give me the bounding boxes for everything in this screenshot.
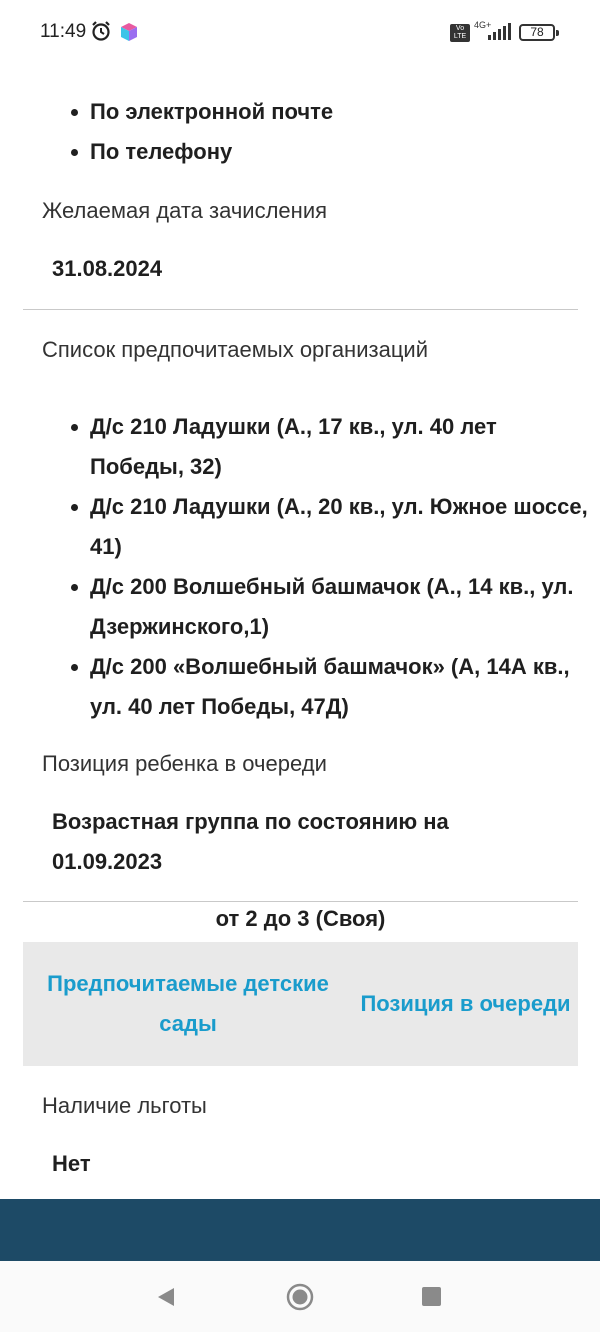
list-item: Д/с 200 «Волшебный башмачок» (А, 14А кв.… bbox=[68, 647, 588, 727]
column-header-queue-position[interactable]: Позиция в очереди bbox=[353, 984, 578, 1024]
alarm-clock-icon bbox=[92, 21, 110, 41]
organizations-label: Список предпочитаемых организаций bbox=[42, 337, 428, 362]
list-item: Д/с 200 Волшебный башмачок (А., 14 кв., … bbox=[68, 567, 588, 647]
age-group-value: от 2 до 3 (Своя) bbox=[215, 906, 386, 931]
divider bbox=[23, 309, 578, 310]
status-time: 11:49 bbox=[40, 21, 87, 42]
home-circle-icon[interactable] bbox=[286, 1283, 314, 1311]
footer-band bbox=[0, 1199, 600, 1261]
benefit-value: Нет bbox=[52, 1151, 91, 1176]
benefit-label: Наличие льготы bbox=[42, 1093, 207, 1118]
recent-square-icon[interactable] bbox=[422, 1287, 441, 1306]
list-item: Д/с 210 Ладушки (А., 20 кв., ул. Южное ш… bbox=[68, 487, 588, 567]
status-bar: 11:49 Vo LTE 4G+ 78 bbox=[0, 0, 600, 64]
list-item: По электронной почте bbox=[68, 92, 333, 132]
battery-icon: 78 bbox=[519, 24, 559, 41]
divider bbox=[23, 901, 578, 902]
contact-methods-list: По электронной почте По телефону bbox=[68, 92, 333, 172]
app-cube-icon bbox=[121, 23, 137, 41]
organizations-list: Д/с 210 Ладушки (А., 17 кв., ул. 40 лет … bbox=[68, 407, 588, 727]
enrollment-date-value: 31.08.2024 bbox=[52, 256, 163, 281]
enrollment-date-label: Желаемая дата зачисления bbox=[42, 198, 328, 223]
list-item: По телефону bbox=[68, 132, 333, 172]
list-item: Д/с 210 Ладушки (А., 17 кв., ул. 40 лет … bbox=[68, 407, 588, 487]
signal-icon bbox=[488, 23, 511, 40]
column-header-kindergartens[interactable]: Предпочитаемые детские сады bbox=[23, 964, 353, 1044]
queue-table-header: Предпочитаемые детские сады Позиция в оч… bbox=[23, 942, 578, 1066]
queue-position-label: Позиция ребенка в очереди bbox=[42, 751, 327, 776]
back-triangle-icon[interactable] bbox=[155, 1286, 177, 1308]
age-group-label: Возрастная группа по состоянию на 01.09.… bbox=[52, 809, 449, 874]
volte-icon: Vo LTE bbox=[450, 24, 470, 42]
